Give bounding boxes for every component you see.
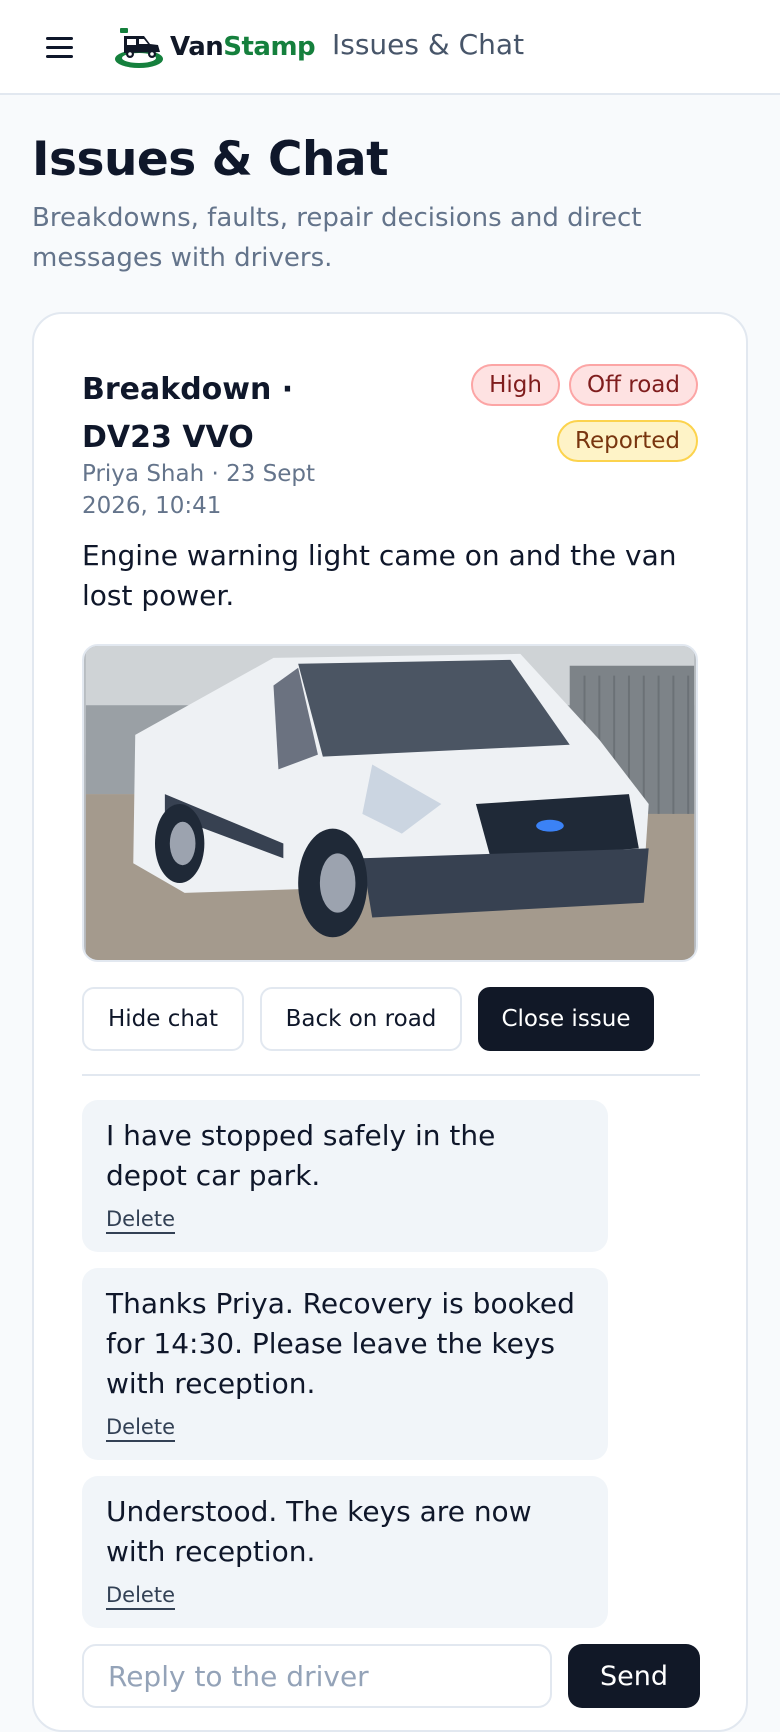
chat-message-text: Thanks Priya. Recovery is booked for 14:… — [106, 1287, 575, 1400]
menu-bar-line — [46, 46, 73, 49]
page-subtitle: Breakdowns, faults, repair decisions and… — [32, 203, 642, 273]
issue-state-badge: Reported — [557, 420, 698, 462]
chat-message-text: Understood. The keys are now with recept… — [106, 1495, 532, 1568]
menu-bar-line — [46, 37, 73, 40]
reply-input[interactable] — [82, 1644, 552, 1708]
logo-van-text: Van — [170, 32, 224, 62]
hamburger-menu-icon[interactable] — [46, 35, 74, 59]
chat-message: I have stopped safely in the depot car p… — [82, 1100, 608, 1252]
issue-photo[interactable] — [82, 644, 698, 962]
chat-message-text: I have stopped safely in the depot car p… — [106, 1119, 496, 1192]
road-status-badge: Off road — [569, 364, 698, 406]
delete-message-link[interactable]: Delete — [106, 1414, 175, 1442]
close-issue-button[interactable]: Close issue — [478, 987, 654, 1051]
priority-badge: High — [471, 364, 560, 406]
issue-meta: Priya Shah · 23 Sept 2026, 10:41 — [82, 461, 316, 519]
chat-message: Thanks Priya. Recovery is booked for 14:… — [82, 1268, 608, 1460]
chat-message: Understood. The keys are now with recept… — [82, 1476, 608, 1628]
issue-card: Breakdown · DV23 VVO High Off road Repor… — [32, 312, 748, 1732]
van-photo-illustration — [85, 646, 695, 960]
back-on-road-button[interactable]: Back on road — [260, 987, 462, 1051]
logo-wordmark: VanStamp — [170, 32, 316, 62]
hide-chat-button[interactable]: Hide chat — [82, 987, 244, 1051]
topbar-section-title: Issues & Chat — [332, 28, 525, 61]
logo-stamp-text: Stamp — [223, 32, 316, 62]
delete-message-link[interactable]: Delete — [106, 1206, 175, 1234]
vanstamp-logo[interactable]: VanStamp — [114, 26, 319, 70]
send-button[interactable]: Send — [568, 1644, 700, 1708]
issue-title: Breakdown · DV23 VVO — [82, 372, 294, 455]
chat-divider — [82, 1074, 700, 1076]
page-title: Issues & Chat — [32, 132, 389, 187]
van-logo-icon — [115, 28, 163, 68]
menu-bar-line — [46, 55, 73, 58]
delete-message-link[interactable]: Delete — [106, 1582, 175, 1610]
top-bar: VanStamp Issues & Chat — [0, 0, 780, 95]
issue-description: Engine warning light came on and the van… — [82, 539, 677, 612]
